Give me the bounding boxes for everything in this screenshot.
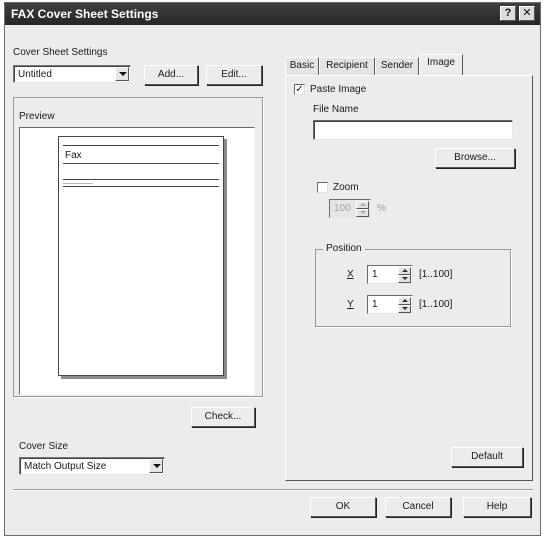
ok-button[interactable]: OK bbox=[310, 497, 376, 517]
preview-rule bbox=[63, 179, 219, 180]
help-button[interactable]: Help bbox=[463, 497, 531, 517]
paste-image-label: Paste Image bbox=[310, 84, 367, 95]
spin-up-icon[interactable] bbox=[398, 297, 411, 305]
preview-fax-text: Fax bbox=[65, 150, 82, 161]
preview-label: Preview bbox=[19, 111, 55, 122]
x-value: 1 bbox=[372, 269, 378, 280]
file-name-input[interactable] bbox=[313, 120, 513, 140]
browse-button[interactable]: Browse... bbox=[435, 148, 515, 168]
preview-rule bbox=[63, 145, 219, 146]
zoom-stepper[interactable]: 100 bbox=[329, 199, 371, 218]
preview-area: Fax bbox=[19, 127, 255, 395]
y-label: Y bbox=[347, 299, 354, 310]
x-range: [1..100] bbox=[419, 269, 453, 280]
x-label: X bbox=[347, 269, 354, 280]
preview-rule bbox=[63, 186, 219, 187]
paste-image-checkbox[interactable]: ✓ bbox=[294, 84, 305, 95]
y-value: 1 bbox=[372, 299, 378, 310]
x-position-stepper[interactable]: 1 bbox=[367, 265, 413, 284]
cover-size-select[interactable]: Match Output Size bbox=[19, 457, 165, 475]
spin-up-icon[interactable] bbox=[356, 201, 369, 209]
tab-recipient[interactable]: Recipient bbox=[319, 57, 375, 75]
zoom-value: 100 bbox=[334, 203, 351, 214]
position-group bbox=[315, 249, 511, 327]
title-bar: FAX Cover Sheet Settings ? ✕ bbox=[5, 3, 540, 25]
cover-size-selected-value: Match Output Size bbox=[24, 461, 107, 472]
y-position-stepper[interactable]: 1 bbox=[367, 295, 413, 314]
spin-up-icon[interactable] bbox=[398, 267, 411, 275]
default-button[interactable]: Default bbox=[451, 447, 523, 467]
zoom-label: Zoom bbox=[333, 182, 359, 193]
chevron-down-icon[interactable] bbox=[115, 67, 129, 81]
check-button[interactable]: Check... bbox=[191, 407, 255, 427]
cover-sheet-selected-value: Untitled bbox=[18, 69, 52, 80]
footer-separator bbox=[13, 489, 533, 491]
preview-rule bbox=[63, 183, 93, 184]
preview-sheet: Fax bbox=[58, 136, 224, 376]
cancel-button[interactable]: Cancel bbox=[385, 497, 451, 517]
tab-image[interactable]: Image bbox=[419, 54, 463, 75]
file-name-label: File Name bbox=[313, 104, 359, 115]
tab-sender[interactable]: Sender bbox=[375, 57, 419, 75]
cover-sheet-settings-label: Cover Sheet Settings bbox=[13, 47, 108, 58]
zoom-checkbox[interactable] bbox=[317, 182, 328, 193]
zoom-unit: % bbox=[377, 203, 386, 214]
cover-size-label: Cover Size bbox=[19, 441, 68, 452]
tab-basic[interactable]: Basic bbox=[285, 57, 319, 75]
chevron-down-icon[interactable] bbox=[149, 459, 163, 473]
preview-rule bbox=[63, 163, 219, 164]
spin-down-icon[interactable] bbox=[356, 209, 369, 217]
edit-button[interactable]: Edit... bbox=[206, 65, 262, 85]
close-icon[interactable]: ✕ bbox=[519, 6, 535, 21]
spin-down-icon[interactable] bbox=[398, 275, 411, 283]
window-title: FAX Cover Sheet Settings bbox=[11, 7, 159, 21]
spin-down-icon[interactable] bbox=[398, 305, 411, 313]
y-range: [1..100] bbox=[419, 299, 453, 310]
help-icon[interactable]: ? bbox=[500, 6, 516, 21]
cover-sheet-settings-select[interactable]: Untitled bbox=[13, 65, 131, 83]
position-label: Position bbox=[323, 243, 365, 254]
add-button[interactable]: Add... bbox=[144, 65, 198, 85]
fax-cover-sheet-settings-dialog: FAX Cover Sheet Settings ? ✕ Cover Sheet… bbox=[4, 2, 541, 536]
